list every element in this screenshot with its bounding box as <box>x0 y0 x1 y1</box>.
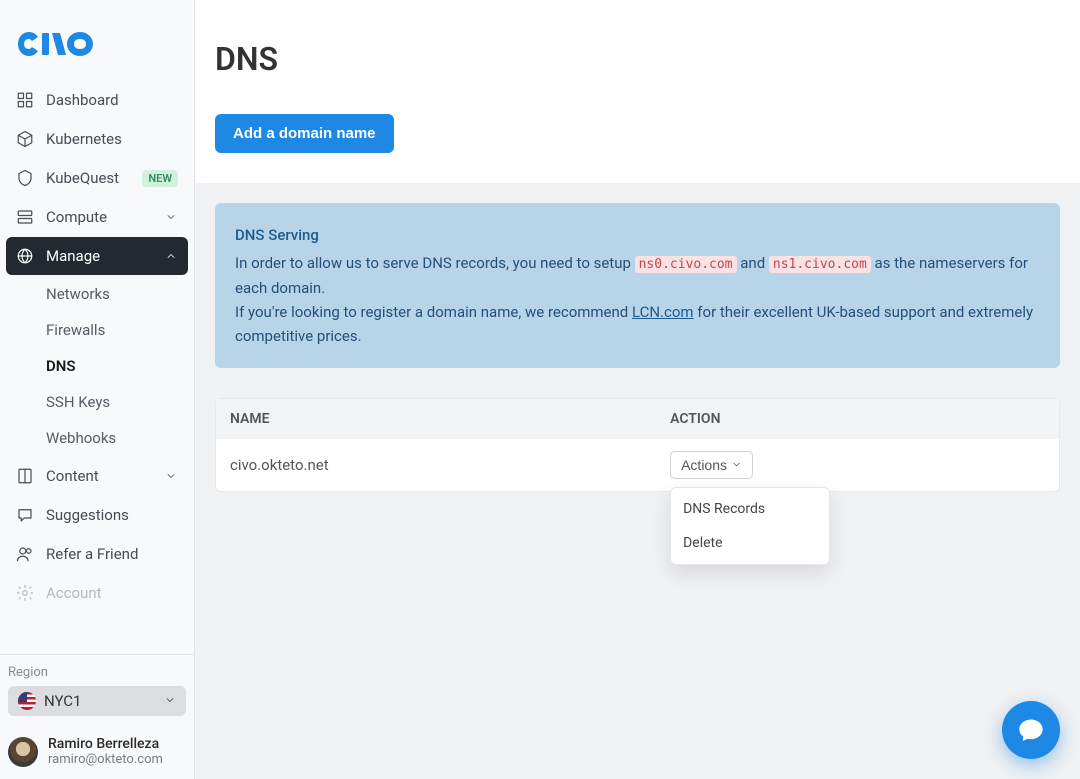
sidebar-item-kubernetes[interactable]: Kubernetes <box>6 120 188 158</box>
region-select[interactable]: NYC1 <box>8 686 186 716</box>
sidebar-item-label: Refer a Friend <box>46 545 178 563</box>
sidebar-item-account[interactable]: Account <box>6 574 188 612</box>
users-icon <box>16 545 34 563</box>
sidebar-subitem-networks[interactable]: Networks <box>34 276 188 312</box>
cube-icon <box>16 130 34 148</box>
logo[interactable] <box>0 0 194 80</box>
sidebar-item-label: Dashboard <box>46 91 178 109</box>
chevron-down-icon <box>164 469 178 483</box>
server-icon <box>16 208 34 226</box>
content-block: DNS Serving In order to allow us to serv… <box>195 183 1080 512</box>
chevron-down-icon <box>731 459 742 470</box>
dropdown-item-delete[interactable]: Delete <box>671 526 829 560</box>
info-line-1: In order to allow us to serve DNS record… <box>235 251 1040 300</box>
sidebar-item-suggestions[interactable]: Suggestions <box>6 496 188 534</box>
dropdown-item-dns-records[interactable]: DNS Records <box>671 492 829 526</box>
chat-bubble-icon <box>1017 716 1045 744</box>
table-row: civo.okteto.net Actions DNS Records Dele… <box>216 439 1059 491</box>
manage-subnav: Networks Firewalls DNS SSH Keys Webhooks <box>6 276 188 456</box>
globe-icon <box>16 247 34 265</box>
chat-icon <box>16 506 34 524</box>
chevron-up-icon <box>164 249 178 263</box>
region-label: Region <box>8 665 182 680</box>
sidebar-item-compute[interactable]: Compute <box>6 198 188 236</box>
chevron-down-icon <box>164 692 176 710</box>
new-badge: NEW <box>142 170 178 187</box>
lcn-link[interactable]: LCN.com <box>632 303 694 321</box>
sidebar-subitem-ssh-keys[interactable]: SSH Keys <box>34 384 188 420</box>
chevron-down-icon <box>164 210 178 224</box>
domain-table: NAME ACTION civo.okteto.net Actions DNS … <box>215 398 1060 492</box>
user-name: Ramiro Berrelleza <box>48 736 163 752</box>
chat-fab[interactable] <box>1002 701 1060 759</box>
sidebar-item-dashboard[interactable]: Dashboard <box>6 81 188 119</box>
user-email: ramiro@okteto.com <box>48 752 163 767</box>
actions-dropdown: DNS Records Delete <box>670 487 830 565</box>
add-domain-button[interactable]: Add a domain name <box>215 114 394 153</box>
shield-icon <box>16 169 34 187</box>
sidebar-subitem-webhooks[interactable]: Webhooks <box>34 420 188 456</box>
flag-us-icon <box>18 692 36 710</box>
table-header: NAME ACTION <box>216 399 1059 439</box>
actions-button[interactable]: Actions <box>670 451 753 479</box>
info-title: DNS Serving <box>235 223 1040 247</box>
avatar <box>8 737 38 767</box>
header-block: DNS Add a domain name <box>195 0 1080 183</box>
book-icon <box>16 467 34 485</box>
sidebar-item-label: KubeQuest <box>46 169 138 187</box>
user-block[interactable]: Ramiro Berrelleza ramiro@okteto.com <box>0 724 194 779</box>
domain-name-cell: civo.okteto.net <box>230 456 670 474</box>
sidebar-item-content[interactable]: Content <box>6 457 188 495</box>
sidebar-item-label: Compute <box>46 208 164 226</box>
sidebar-item-label: Kubernetes <box>46 130 178 148</box>
col-action-header: ACTION <box>670 411 1045 427</box>
sidebar: Dashboard Kubernetes KubeQuest NEW Compu… <box>0 0 195 779</box>
gear-icon <box>16 584 34 602</box>
sidebar-item-kubequest[interactable]: KubeQuest NEW <box>6 159 188 197</box>
ns0-code: ns0.civo.com <box>635 256 737 273</box>
sidebar-item-label: Suggestions <box>46 506 178 524</box>
region-value: NYC1 <box>44 692 164 710</box>
info-line-2: If you're looking to register a domain n… <box>235 300 1040 348</box>
main: DNS Add a domain name DNS Serving In ord… <box>195 0 1080 779</box>
col-name-header: NAME <box>230 411 670 427</box>
nav: Dashboard Kubernetes KubeQuest NEW Compu… <box>0 80 194 654</box>
sidebar-item-label: Account <box>46 584 178 602</box>
page-title: DNS <box>215 40 1060 78</box>
sidebar-item-refer[interactable]: Refer a Friend <box>6 535 188 573</box>
sidebar-item-label: Manage <box>46 247 164 265</box>
sidebar-item-manage[interactable]: Manage <box>6 237 188 275</box>
sidebar-item-label: Content <box>46 467 164 485</box>
ns1-code: ns1.civo.com <box>769 256 871 273</box>
sidebar-bottom: Region NYC1 Ramiro Berrelleza ramiro@okt… <box>0 654 194 779</box>
dashboard-icon <box>16 91 34 109</box>
sidebar-subitem-dns[interactable]: DNS <box>34 348 188 384</box>
sidebar-subitem-firewalls[interactable]: Firewalls <box>34 312 188 348</box>
info-banner: DNS Serving In order to allow us to serv… <box>215 203 1060 368</box>
